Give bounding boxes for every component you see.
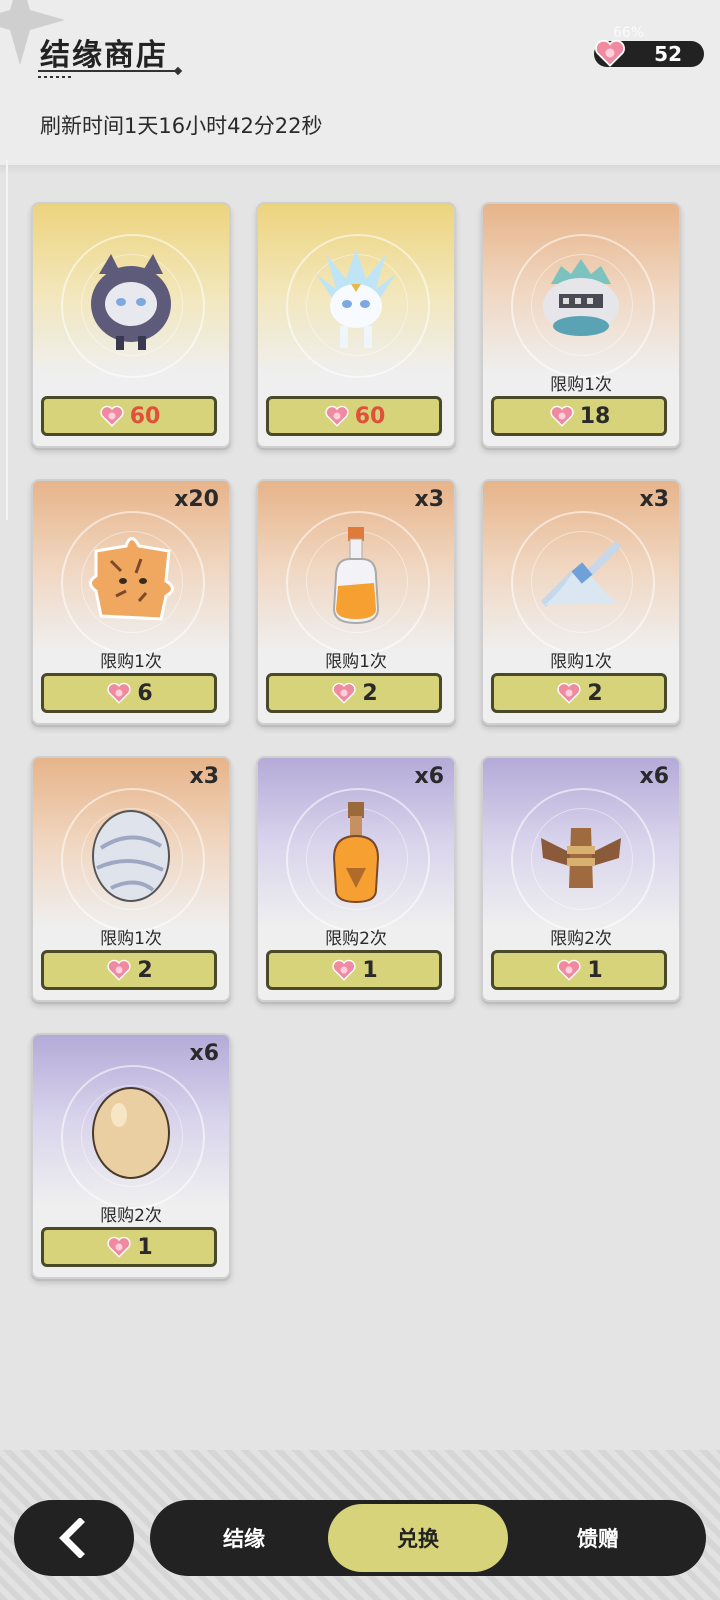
item-quantity: x3 <box>639 487 670 512</box>
silver-egg-icon <box>81 798 181 908</box>
shop-item-card[interactable]: x3 限购1次 2 <box>481 479 681 725</box>
heart-gem-icon <box>100 405 124 427</box>
back-button[interactable] <box>14 1500 134 1576</box>
heart-gem-icon <box>557 682 581 704</box>
purchase-limit: 限购1次 <box>550 652 612 672</box>
heart-gem-icon <box>550 405 574 427</box>
tab-bar: 结缘 兑换 馈赠 <box>150 1500 706 1576</box>
tiger-puzzle-piece-icon <box>81 521 181 631</box>
price-value: 1 <box>587 957 603 983</box>
purchase-limit: 限购2次 <box>100 1206 162 1226</box>
item-quantity: x3 <box>189 764 220 789</box>
heart-gem-icon <box>595 39 625 67</box>
header-divider <box>0 165 720 175</box>
shop-item-card[interactable]: x3 限购1次 2 <box>31 756 231 1002</box>
currency-display: 52 <box>594 39 704 67</box>
shop-item-card[interactable]: 60 <box>31 202 231 448</box>
title-underline <box>38 70 178 72</box>
price-value: 18 <box>579 403 611 429</box>
buy-button[interactable]: 60 <box>41 396 217 436</box>
blue-scroll-bundle-icon <box>531 521 631 631</box>
heart-gem-icon <box>107 682 131 704</box>
heart-gem-icon <box>107 1236 131 1258</box>
brown-bundle-icon <box>531 798 631 908</box>
purchase-limit: 限购1次 <box>100 652 162 672</box>
price-value: 2 <box>587 680 603 706</box>
shop-item-card[interactable]: 60 <box>256 202 456 448</box>
buy-button[interactable]: 6 <box>41 673 217 713</box>
price-value: 2 <box>137 957 153 983</box>
buy-button[interactable]: 1 <box>266 950 442 990</box>
price-value: 1 <box>362 957 378 983</box>
title-diamond <box>173 66 183 76</box>
heart-gem-icon <box>557 959 581 981</box>
buy-button[interactable]: 1 <box>491 950 667 990</box>
tab-exchange[interactable]: 兑换 <box>328 1504 508 1572</box>
buy-button[interactable]: 2 <box>491 673 667 713</box>
price-value: 60 <box>354 403 386 429</box>
item-quantity: x6 <box>414 764 445 789</box>
orange-potion-bottle-icon <box>306 521 406 631</box>
price-value: 60 <box>129 403 161 429</box>
shop-item-card[interactable]: 限购1次 18 <box>481 202 681 448</box>
buy-button[interactable]: 18 <box>491 396 667 436</box>
item-quantity: x6 <box>189 1041 220 1066</box>
purchase-limit: 限购2次 <box>550 929 612 949</box>
shop-item-card[interactable]: x20 限购1次 6 <box>31 479 231 725</box>
buy-button[interactable]: 2 <box>41 950 217 990</box>
tab-bond[interactable]: 结缘 <box>154 1500 334 1576</box>
heart-gem-icon <box>332 959 356 981</box>
chevron-left-icon <box>59 1518 85 1558</box>
shop-item-card[interactable]: x3 限购1次 2 <box>256 479 456 725</box>
currency-value: 52 <box>654 42 682 66</box>
left-edge-line <box>6 160 8 520</box>
buy-button[interactable]: 60 <box>266 396 442 436</box>
shop-item-card[interactable]: x6 限购2次 1 <box>481 756 681 1002</box>
heart-gem-icon <box>325 405 349 427</box>
buy-button[interactable]: 2 <box>266 673 442 713</box>
knight-helmet-pet-icon <box>531 244 631 354</box>
dark-cat-pet-icon <box>81 244 181 354</box>
amber-potion-bottle-icon <box>306 798 406 908</box>
tab-gift[interactable]: 馈赠 <box>508 1500 688 1576</box>
heart-gem-icon <box>332 682 356 704</box>
price-value: 6 <box>137 680 153 706</box>
item-quantity: x3 <box>414 487 445 512</box>
buy-button[interactable]: 1 <box>41 1227 217 1267</box>
refresh-timer: 刷新时间1天16小时42分22秒 <box>40 114 323 138</box>
purchase-limit: 限购1次 <box>550 375 612 395</box>
item-quantity: x6 <box>639 764 670 789</box>
purchase-limit: 限购1次 <box>100 929 162 949</box>
price-value: 1 <box>137 1234 153 1260</box>
item-quantity: x20 <box>174 487 219 512</box>
title-dots <box>38 76 72 78</box>
page-title: 结缘商店 <box>40 38 168 73</box>
white-fox-pet-icon <box>306 244 406 354</box>
purchase-limit: 限购2次 <box>325 929 387 949</box>
heart-gem-icon <box>107 959 131 981</box>
shop-screen: 结缘商店 刷新时间1天16小时42分22秒 66% 52 60 60 限购1次 18 x… <box>0 0 720 1600</box>
plain-egg-icon <box>81 1075 181 1185</box>
purchase-limit: 限购1次 <box>325 652 387 672</box>
price-value: 2 <box>362 680 378 706</box>
shop-item-card[interactable]: x6 限购2次 1 <box>256 756 456 1002</box>
shop-item-card[interactable]: x6 限购2次 1 <box>31 1033 231 1279</box>
header: 结缘商店 刷新时间1天16小时42分22秒 66% 52 <box>0 0 720 170</box>
